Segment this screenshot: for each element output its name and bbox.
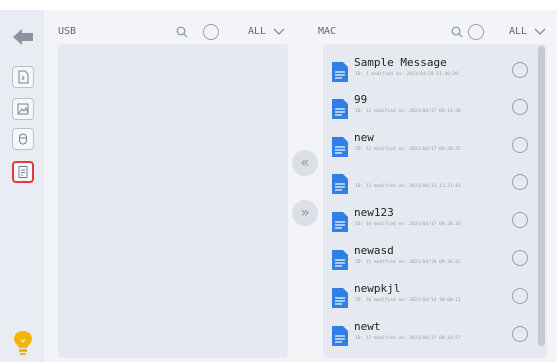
mac-select-all-radio[interactable] [468, 24, 484, 40]
file-select-radio[interactable] [512, 326, 528, 342]
chevron-down-icon[interactable] [534, 28, 546, 36]
sidebar-item-mouse[interactable] [12, 128, 34, 150]
list-item[interactable]: ID: 13 modified on: 2023/04/13 11:31:42 [332, 168, 532, 206]
usb-select-all-radio[interactable] [203, 24, 219, 40]
list-item[interactable]: newasd ID: 15 modified on: 2023/04/18 09… [332, 244, 532, 282]
file-meta: ID: 16 modified on: 2023/04/14 10:00:21 [355, 298, 461, 303]
file-meta: ID: 12 modified on: 2023/04/17 09:20:35 [355, 147, 461, 152]
file-meta: ID: 11 modified on: 2023/04/17 09:15:40 [355, 109, 461, 114]
sidebar [0, 10, 44, 362]
document-icon [332, 288, 348, 308]
list-item[interactable]: new ID: 12 modified on: 2023/04/17 09:20… [332, 131, 532, 169]
back-button[interactable] [12, 26, 34, 48]
file-transfer-icon [18, 70, 29, 84]
file-meta: ID: 17 modified on: 2023/04/17 09:19:57 [355, 336, 461, 341]
file-name: newt [354, 320, 381, 333]
image-icon [17, 103, 29, 115]
file-name: Sample Message [354, 56, 447, 69]
document-icon [332, 62, 348, 82]
mac-search-icon[interactable] [451, 26, 463, 38]
file-name: new123 [354, 206, 394, 219]
document-icon [332, 212, 348, 232]
document-icon [332, 250, 348, 270]
list-item[interactable]: newpkjl ID: 16 modified on: 2023/04/14 1… [332, 282, 532, 320]
usb-filter-select[interactable]: ALL [248, 26, 266, 37]
transfer-to-usb-button[interactable]: « [292, 150, 318, 176]
list-item[interactable]: 99 ID: 11 modified on: 2023/04/17 09:15:… [332, 93, 532, 131]
lightbulb-icon[interactable] [13, 330, 33, 356]
file-select-radio[interactable] [512, 212, 528, 228]
file-name: 99 [354, 93, 368, 106]
file-select-radio[interactable] [512, 137, 528, 153]
file-select-radio[interactable] [512, 250, 528, 266]
file-name: newasd [354, 244, 394, 257]
list-item[interactable]: new123 ID: 14 modified on: 2023/04/17 09… [332, 206, 532, 244]
transfer-to-mac-button[interactable]: » [292, 200, 318, 226]
document-icon [332, 137, 348, 157]
chevron-down-icon[interactable] [273, 28, 285, 36]
sidebar-item-messages[interactable] [12, 161, 34, 183]
mac-filter-select[interactable]: ALL [509, 26, 527, 37]
mac-panel-title: MAC [318, 26, 337, 37]
document-icon [332, 174, 348, 194]
file-name: newpkjl [354, 282, 401, 295]
mouse-icon [19, 133, 27, 145]
message-file-icon [18, 166, 28, 178]
file-name: new [354, 131, 374, 144]
list-item[interactable]: Sample Message ID: 1 modified on: 2023/0… [332, 56, 532, 94]
file-meta: ID: 14 modified on: 2023/04/17 09:20:35 [355, 222, 461, 227]
sidebar-item-file-transfer[interactable] [12, 66, 34, 88]
top-strip [0, 0, 557, 10]
usb-panel-title: USB [58, 26, 77, 37]
usb-file-list [58, 44, 288, 358]
list-item[interactable]: newt ID: 17 modified on: 2023/04/17 09:1… [332, 320, 532, 358]
file-select-radio[interactable] [512, 99, 528, 115]
document-icon [332, 99, 348, 119]
file-meta: ID: 15 modified on: 2023/04/18 09:34:42 [355, 260, 461, 265]
file-meta: ID: 13 modified on: 2023/04/13 11:31:42 [355, 184, 461, 189]
file-select-radio[interactable] [512, 288, 528, 304]
file-meta: ID: 1 modified on: 2023/04/29 11:30:39 [355, 72, 458, 77]
sidebar-item-images[interactable] [12, 98, 34, 120]
usb-search-icon[interactable] [176, 26, 188, 38]
document-icon [332, 326, 348, 346]
file-select-radio[interactable] [512, 174, 528, 190]
mac-list-scrollbar[interactable] [538, 46, 545, 346]
file-select-radio[interactable] [512, 62, 528, 78]
back-arrow-icon [13, 29, 33, 45]
